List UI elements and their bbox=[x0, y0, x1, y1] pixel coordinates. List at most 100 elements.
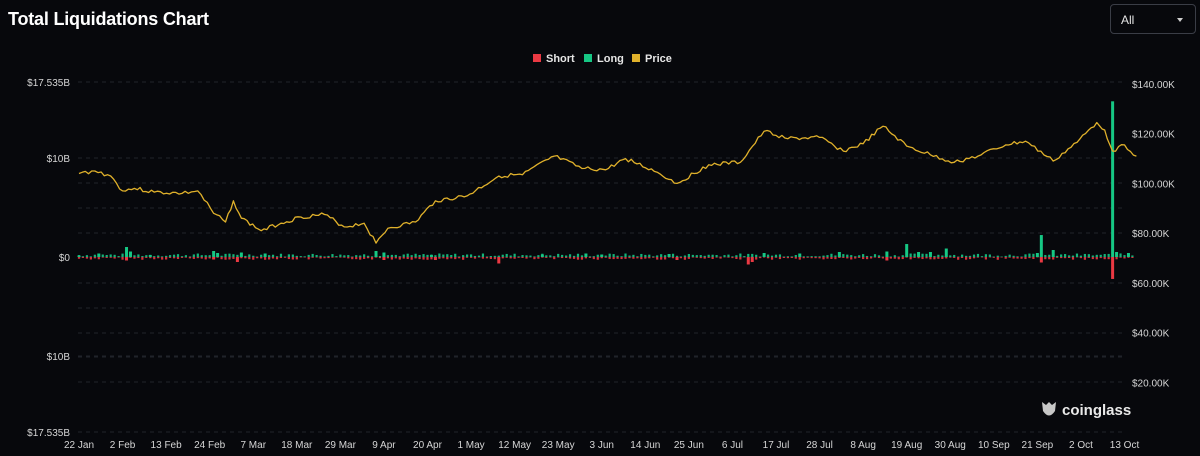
daily-long-bar bbox=[172, 254, 176, 257]
daily-short-bar bbox=[509, 257, 512, 259]
daily-short-bar bbox=[786, 257, 789, 259]
daily-short-bar bbox=[782, 257, 786, 258]
daily-short-bar bbox=[790, 257, 793, 259]
daily-long-bar bbox=[450, 254, 453, 257]
daily-short-bar bbox=[161, 257, 164, 260]
daily-short-bar bbox=[648, 257, 651, 259]
daily-short-bar bbox=[89, 257, 92, 260]
daily-short-bar bbox=[228, 257, 231, 260]
daily-short-bar bbox=[616, 257, 619, 259]
daily-long-bar bbox=[561, 254, 564, 257]
daily-short-bar bbox=[545, 257, 548, 258]
daily-short-bar bbox=[157, 257, 160, 259]
long-bar bbox=[128, 251, 132, 257]
daily-short-bar bbox=[794, 257, 797, 259]
daily-long-bar bbox=[1024, 254, 1027, 257]
daily-short-bar bbox=[291, 257, 294, 260]
daily-long-bar bbox=[442, 254, 445, 257]
x-axis-tick: 13 Feb bbox=[151, 440, 183, 451]
daily-long-bar bbox=[462, 255, 465, 257]
daily-short-bar bbox=[168, 257, 172, 258]
long-bar bbox=[1035, 253, 1039, 257]
daily-short-bar bbox=[612, 257, 615, 260]
daily-short-bar bbox=[925, 257, 928, 259]
daily-long-bar bbox=[774, 254, 778, 257]
daily-long-bar bbox=[509, 255, 512, 257]
daily-long-bar bbox=[454, 253, 457, 257]
daily-short-bar bbox=[854, 257, 857, 259]
daily-long-bar bbox=[592, 256, 595, 257]
daily-short-bar bbox=[664, 257, 667, 260]
daily-short-bar bbox=[287, 257, 290, 260]
daily-long-bar bbox=[1044, 254, 1047, 257]
daily-long-bar bbox=[279, 253, 283, 257]
daily-short-bar bbox=[97, 257, 100, 260]
daily-long-bar bbox=[315, 255, 318, 257]
daily-long-bar bbox=[953, 254, 956, 257]
x-axis-tick: 29 Mar bbox=[325, 440, 357, 451]
daily-long-bar bbox=[406, 253, 409, 257]
daily-short-bar bbox=[1044, 257, 1047, 260]
daily-short-bar bbox=[945, 257, 948, 259]
daily-long-bar bbox=[422, 254, 425, 257]
daily-long-bar bbox=[976, 253, 980, 257]
daily-long-bar bbox=[644, 254, 647, 257]
daily-long-bar bbox=[244, 255, 247, 257]
daily-long-bar bbox=[267, 255, 271, 257]
x-axis-tick: 18 Mar bbox=[281, 440, 313, 451]
left-axis-tick: $10B bbox=[47, 352, 71, 363]
long-bar bbox=[667, 254, 671, 257]
daily-short-bar bbox=[180, 257, 184, 258]
daily-long-bar bbox=[699, 255, 702, 257]
daily-long-bar bbox=[770, 255, 774, 257]
daily-long-bar bbox=[339, 254, 342, 257]
long-bar bbox=[584, 253, 588, 257]
liquidation-bars bbox=[77, 101, 1130, 279]
x-axis-tick: 17 Jul bbox=[763, 440, 790, 451]
daily-long-bar bbox=[394, 254, 397, 257]
daily-long-bar bbox=[1119, 253, 1122, 257]
daily-long-bar bbox=[1091, 255, 1094, 257]
daily-long-bar bbox=[980, 256, 984, 257]
left-axis-tick: $0 bbox=[59, 253, 71, 264]
daily-long-bar bbox=[426, 254, 429, 257]
x-axis-tick: 1 May bbox=[457, 440, 484, 451]
daily-short-bar bbox=[402, 257, 405, 259]
daily-long-bar bbox=[1060, 254, 1063, 257]
daily-short-bar bbox=[620, 257, 623, 260]
daily-short-bar bbox=[865, 257, 869, 260]
daily-long-bar bbox=[469, 254, 473, 257]
daily-long-bar bbox=[101, 254, 104, 257]
short-bar bbox=[235, 257, 239, 262]
daily-short-bar bbox=[1083, 257, 1086, 260]
daily-long-bar bbox=[505, 253, 508, 257]
daily-short-bar bbox=[687, 257, 690, 259]
daily-short-bar bbox=[232, 257, 235, 259]
x-axis-tick: 19 Aug bbox=[891, 440, 922, 451]
daily-short-bar bbox=[327, 257, 330, 259]
right-y-axis: $140.00K $120.00K $100.00K $80.00K $60.00K $4… bbox=[1132, 80, 1175, 389]
daily-long-bar bbox=[949, 255, 952, 257]
daily-short-bar bbox=[877, 257, 881, 259]
daily-long-bar bbox=[596, 254, 599, 257]
daily-short-bar bbox=[909, 257, 912, 260]
daily-short-bar bbox=[101, 257, 104, 258]
daily-long-bar bbox=[363, 254, 366, 257]
daily-short-bar bbox=[640, 257, 643, 260]
daily-long-bar bbox=[664, 255, 667, 257]
daily-long-bar bbox=[224, 253, 227, 257]
daily-long-bar bbox=[537, 255, 540, 257]
daily-short-bar bbox=[260, 257, 263, 259]
daily-long-bar bbox=[497, 255, 500, 257]
daily-short-bar bbox=[248, 257, 251, 260]
daily-long-bar bbox=[418, 255, 421, 257]
daily-short-bar bbox=[93, 257, 96, 259]
daily-short-bar bbox=[636, 257, 639, 259]
daily-short-bar bbox=[473, 257, 477, 259]
daily-short-bar bbox=[818, 257, 821, 259]
daily-short-bar bbox=[398, 257, 401, 260]
long-bar bbox=[885, 251, 889, 257]
daily-long-bar bbox=[192, 254, 195, 257]
daily-long-bar bbox=[628, 255, 631, 257]
daily-short-bar bbox=[1048, 257, 1051, 260]
